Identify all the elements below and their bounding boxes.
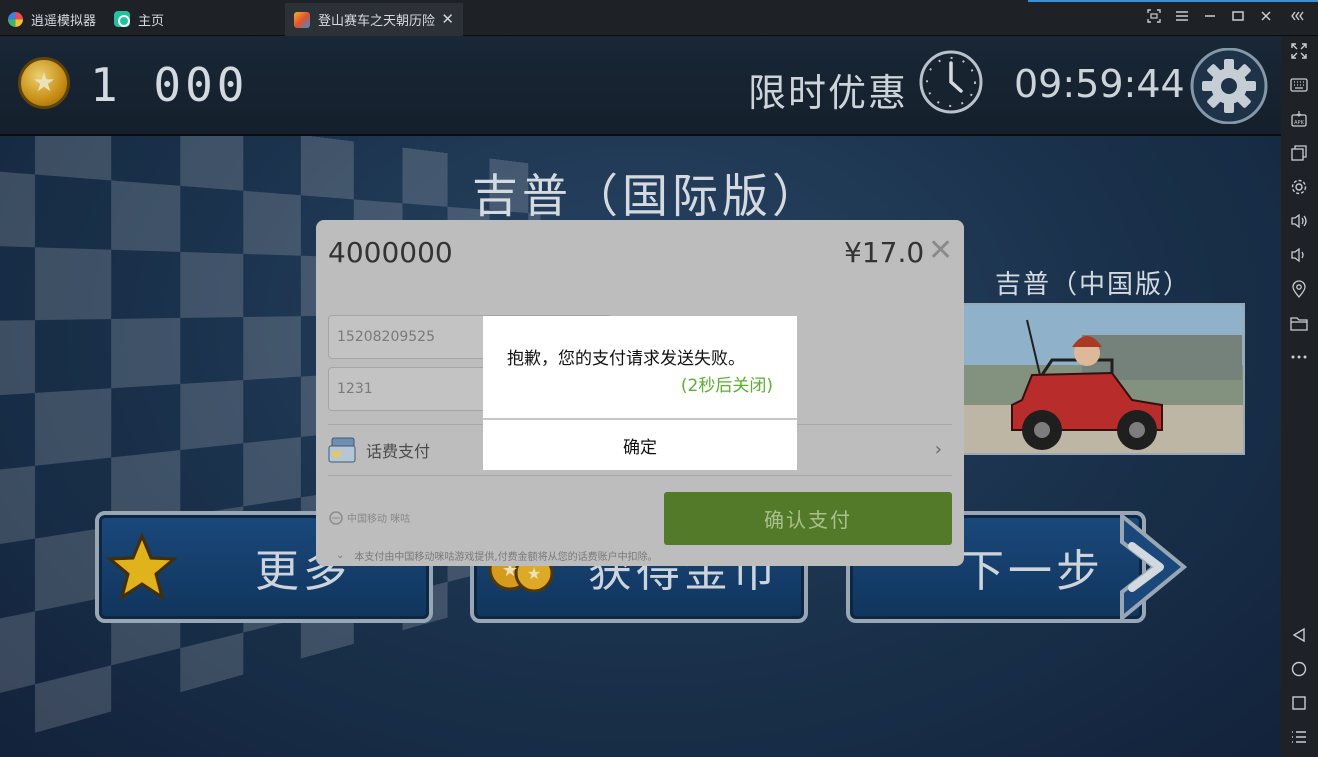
tab-home[interactable]: 主页 [114,4,164,34]
limited-offer-label[interactable]: 限时优惠 [748,62,908,117]
phone-bill-card-icon [328,437,356,463]
payment-disclaimer: ⌄ 本支付由中国移动咪咕游戏提供,付费金额将从您的话费账户中扣除。 [336,548,658,563]
back-icon[interactable] [1289,625,1309,645]
maximize-icon[interactable] [1229,9,1247,27]
game-app-icon [294,11,310,28]
confirm-payment-label: 确认支付 [764,508,852,532]
collapse-sidebar-icon[interactable] [1289,9,1307,27]
clock-icon [919,50,983,114]
keyboard-icon[interactable] [1289,75,1309,95]
china-mobile-migu-logo: 中国移动 咪咕 [328,510,410,525]
tab-game[interactable]: 登山赛车之天朝历险 ✕ [285,3,463,36]
alert-message: 抱歉，您的支付请求发送失败。 [507,349,745,369]
emulator-sidebar: APK [1281,36,1318,757]
coin-count: 1 000 [90,58,249,112]
settings-icon[interactable] [1289,177,1309,197]
chevron-right-icon[interactable] [1118,512,1188,622]
product-price: ¥17.0 [844,236,925,269]
next-step-button-label: 下一步 [960,546,1104,597]
menu-icon[interactable] [1173,9,1191,27]
svg-text:★: ★ [527,564,541,583]
payment-method-label: 话费支付 [366,442,431,461]
offer-countdown: 09:59:44 [1014,62,1185,106]
svg-text:APK: APK [1294,120,1304,126]
tab-label: 主页 [138,13,165,29]
multi-window-icon[interactable] [1289,143,1309,163]
settings-gear-icon[interactable] [1186,48,1272,124]
close-icon[interactable]: ✕ [928,236,953,266]
volume-down-icon[interactable] [1289,245,1309,265]
next-car-title: 吉普（中国版） [995,270,1192,300]
app-list-icon[interactable] [1289,727,1309,747]
tab-emulator[interactable]: 逍遥模拟器 [8,4,96,34]
game-top-bar: ★ 1 000 限时优惠 09:59:44 [0,36,1281,136]
fullscreen-icon[interactable] [1289,41,1309,61]
window-titlebar: 逍遥模拟器 主页 登山赛车之天朝历险 ✕ [0,0,1318,36]
alert-ok-label: 确定 [623,437,657,458]
confirm-payment-button[interactable]: 确认支付 [664,492,952,545]
tab-label: 逍遥模拟器 [31,13,97,29]
tab-close-icon[interactable]: ✕ [441,10,454,28]
phone-number-value: 15208209525 [337,329,435,345]
coin-star-icon: ★ [18,57,70,109]
chevron-down-icon[interactable]: ⌄ [336,550,344,561]
verification-code-value: 1231 [337,381,373,397]
minimize-icon[interactable] [1201,9,1219,27]
close-window-icon[interactable] [1257,9,1275,27]
chevron-right-icon: › [934,439,942,460]
star-icon [107,532,177,601]
recent-apps-icon[interactable] [1289,693,1309,713]
location-icon[interactable] [1289,279,1309,299]
volume-up-icon[interactable] [1289,211,1309,231]
home-app-icon [114,11,130,27]
shared-folder-icon[interactable] [1289,313,1309,333]
payment-disclaimer-text: 本支付由中国移动咪咕游戏提供,付费金额将从您的话费账户中扣除。 [354,552,658,563]
car-title: 吉普（国际版） [472,169,822,223]
home-icon[interactable] [1289,659,1309,679]
alert-ok-button[interactable]: 确定 [483,420,797,470]
product-amount: 4000000 [328,236,453,269]
car-preview-image[interactable] [960,303,1245,455]
alert-auto-close-countdown: (2秒后关闭) [680,376,773,396]
apk-install-icon[interactable]: APK [1289,109,1309,129]
payment-failed-alert: 抱歉，您的支付请求发送失败。 (2秒后关闭) 确定 [483,316,797,470]
screenshot-mode-icon[interactable] [1145,9,1163,27]
more-options-icon[interactable] [1289,347,1309,367]
tab-label: 登山赛车之天朝历险 [318,14,436,29]
logo-text: 中国移动 咪咕 [347,514,411,525]
emulator-logo-icon [8,11,23,27]
titlebar-accent-line [1028,0,1318,2]
